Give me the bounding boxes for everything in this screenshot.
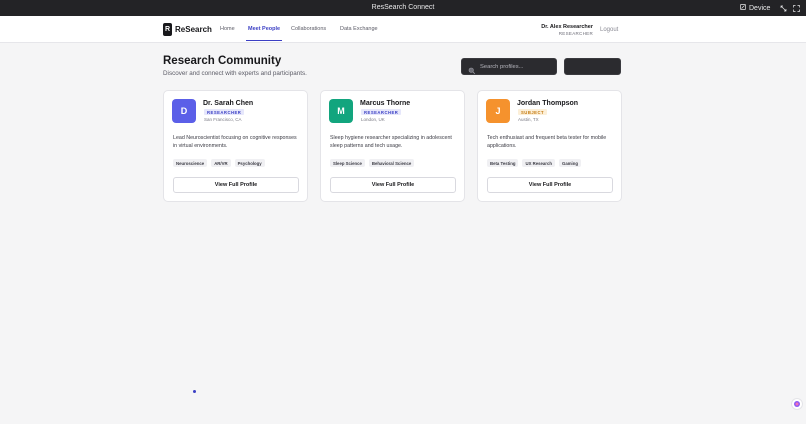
nav-link-meet-people[interactable]: Meet People [248,26,280,32]
role-badge: RESEARCHER [204,109,245,115]
tag: AR/VR [211,159,231,167]
view-profile-button[interactable]: View Full Profile [487,177,613,193]
profile-location: San Francisco, CA [204,117,242,122]
view-profile-button[interactable]: View Full Profile [330,177,456,193]
role-badge: SUBJECT [518,109,548,115]
tag: Psychology [234,159,265,167]
page-subtitle: Discover and connect with experts and pa… [163,70,307,77]
profile-bio: Lead Neuroscientist focusing on cognitiv… [173,135,297,149]
profile-card: J Jordan Thompson SUBJECT Austin, TX Tec… [477,90,622,202]
logout-link[interactable]: Logout [600,27,618,33]
user-role: RESEARCHER [558,31,593,36]
search-input[interactable] [480,62,552,72]
top-navbar: R ReSearch Home Meet People Collaboratio… [0,16,806,43]
tag: Neuroscience [173,159,208,167]
profile-bio: Sleep hygiene researcher specializing in… [330,135,452,149]
tag: Behavioral Science [368,159,415,167]
window-title: ResSearch Connect [371,4,435,11]
profile-name: Marcus Thorne [360,100,411,107]
nav-link-collaborations[interactable]: Collaborations [291,26,326,32]
nav-link-data-exchange[interactable]: Data Exchange [340,26,378,32]
cursor-dot [193,390,196,393]
role-badge: RESEARCHER [361,109,402,115]
device-button[interactable]: Device [740,4,770,12]
device-label: Device [749,4,771,12]
profile-name: Dr. Sarah Chen [203,100,254,107]
tag: Beta Testing [487,159,519,167]
user-name: Dr. Alex Researcher [541,24,593,30]
view-profile-button[interactable]: View Full Profile [173,177,299,193]
fullscreen-icon[interactable] [791,3,801,13]
active-tab-indicator [246,40,282,41]
avatar: M [329,99,353,123]
profile-card: D Dr. Sarah Chen RESEARCHER San Francisc… [163,90,308,202]
filter-button[interactable] [564,58,621,75]
tag: UX Research [522,159,555,167]
page-title: Research Community [163,55,282,67]
tag: Gaming [558,159,581,167]
profile-location: London, UK [361,117,385,122]
avatar: J [486,99,510,123]
logo-icon[interactable]: R [163,23,172,36]
avatar: D [172,99,196,123]
profile-name: Jordan Thompson [517,100,579,107]
assistant-button[interactable] [791,398,803,410]
profile-bio: Tech enthusiast and frequent beta tester… [487,135,607,149]
search-icon [468,62,476,75]
assistant-icon [793,395,801,413]
tag-list: Neuroscience AR/VR Psychology [173,159,265,167]
rotate-icon[interactable] [778,3,788,13]
search-box[interactable] [461,58,557,75]
profile-location: Austin, TX [518,117,539,122]
device-icon [740,4,746,12]
profile-card: M Marcus Thorne RESEARCHER London, UK Sl… [320,90,465,202]
tag-list: Sleep Science Behavioral Science [330,159,415,167]
window-titlebar: ResSearch Connect Device [0,0,806,16]
tag-list: Beta Testing UX Research Gaming [487,159,581,167]
tag: Sleep Science [330,159,365,167]
logo-text[interactable]: ReSearch [175,25,212,34]
nav-link-home[interactable]: Home [220,26,235,32]
